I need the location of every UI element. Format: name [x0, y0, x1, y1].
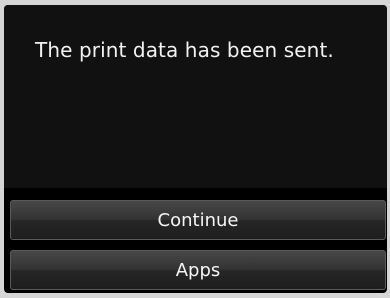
lcd-screen: The print data has been sent. Continue A…	[4, 5, 387, 293]
apps-button[interactable]: Apps	[10, 250, 386, 290]
continue-button[interactable]: Continue	[10, 200, 386, 240]
message-panel: The print data has been sent.	[4, 5, 387, 188]
status-message: The print data has been sent.	[35, 38, 334, 62]
device-bezel: The print data has been sent. Continue A…	[0, 0, 390, 298]
